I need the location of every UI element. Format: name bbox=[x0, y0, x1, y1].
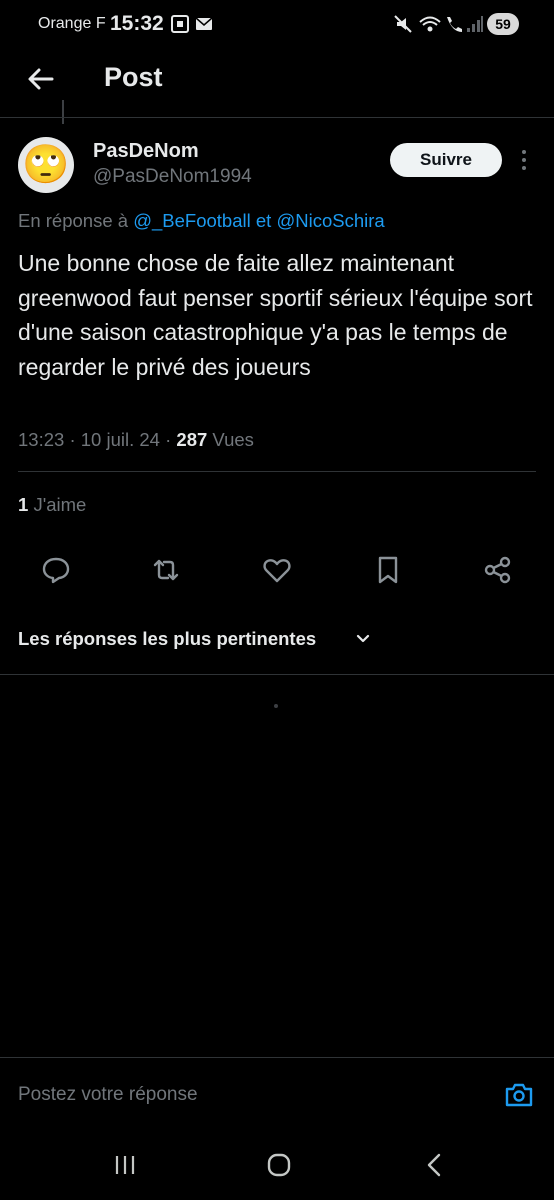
signal-icon bbox=[467, 16, 483, 32]
likes-label: J'aime bbox=[33, 494, 87, 515]
author-handle[interactable]: @PasDeNom1994 bbox=[93, 166, 252, 188]
meta-separator: · bbox=[69, 429, 76, 450]
carrier-label: Orange F bbox=[38, 15, 106, 32]
back-arrow-icon[interactable] bbox=[26, 64, 56, 94]
views-count[interactable]: 287 bbox=[176, 429, 207, 450]
reply-prefix: En réponse à bbox=[18, 210, 129, 231]
follow-button[interactable]: Suivre bbox=[390, 143, 502, 177]
wifi-icon bbox=[419, 16, 441, 32]
reply-mention-nicoschira[interactable]: @NicoSchira bbox=[276, 210, 384, 231]
avatar[interactable]: 🙄 bbox=[18, 137, 74, 193]
loading-indicator bbox=[274, 704, 278, 708]
retweet-icon[interactable] bbox=[150, 554, 182, 586]
camera-icon[interactable] bbox=[504, 1080, 534, 1110]
meta-separator: · bbox=[165, 429, 172, 450]
wifi-call-icon bbox=[447, 17, 462, 32]
reply-context: En réponse à @_BeFootball et @NicoSchira bbox=[18, 210, 385, 232]
author-name[interactable]: PasDeNom bbox=[93, 140, 199, 163]
views-label: Vues bbox=[212, 429, 254, 450]
reply-mention-befootball[interactable]: @_BeFootball bbox=[133, 210, 251, 231]
tweet-time: 13:23 bbox=[18, 429, 65, 450]
home-icon[interactable] bbox=[264, 1150, 294, 1180]
like-icon[interactable] bbox=[261, 554, 293, 586]
tweet-meta: 13:23 · 10 juil. 24 · 287 Vues bbox=[18, 429, 254, 451]
status-bar: Orange F 15:32 59 bbox=[0, 0, 554, 50]
recent-apps-icon[interactable] bbox=[110, 1150, 140, 1180]
more-options-icon[interactable] bbox=[516, 147, 532, 173]
chevron-down-icon[interactable] bbox=[355, 631, 371, 647]
divider bbox=[0, 674, 554, 675]
mail-icon bbox=[195, 17, 213, 30]
thread-connector bbox=[62, 100, 64, 124]
mute-icon bbox=[394, 15, 412, 33]
back-nav-icon[interactable] bbox=[420, 1150, 450, 1180]
avatar-emoji: 🙄 bbox=[22, 144, 70, 186]
reply-icon[interactable] bbox=[40, 554, 72, 586]
tweet-date: 10 juil. 24 bbox=[80, 429, 160, 450]
divider bbox=[18, 471, 536, 472]
replies-sort-label[interactable]: Les réponses les plus pertinentes bbox=[18, 628, 316, 650]
likes-summary[interactable]: 1 J'aime bbox=[18, 494, 86, 516]
header-divider bbox=[0, 117, 554, 118]
clock: 15:32 bbox=[110, 12, 164, 35]
battery-indicator: 59 bbox=[487, 13, 519, 35]
page-title: Post bbox=[104, 62, 163, 92]
tweet-text: Une bonne chose de faite allez maintenan… bbox=[18, 250, 533, 380]
reply-input[interactable]: Postez votre réponse bbox=[18, 1084, 198, 1106]
likes-count: 1 bbox=[18, 494, 29, 515]
screenshot-icon bbox=[171, 15, 189, 33]
bookmark-icon[interactable] bbox=[372, 554, 404, 586]
composer-divider bbox=[0, 1057, 554, 1058]
reply-joiner: et bbox=[255, 210, 272, 231]
share-icon[interactable] bbox=[482, 554, 514, 586]
